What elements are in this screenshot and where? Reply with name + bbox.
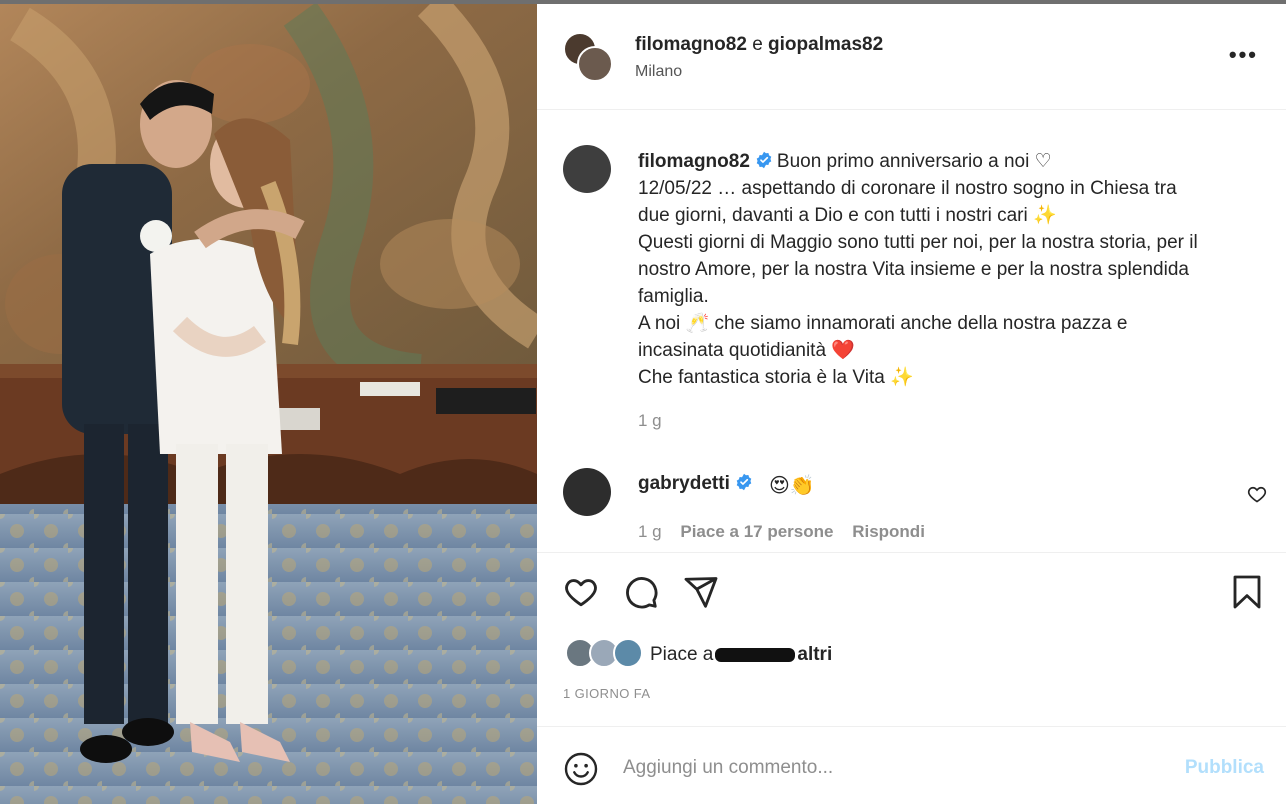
owner-connector: e xyxy=(752,34,763,55)
likes-suffix[interactable]: altri xyxy=(797,644,832,665)
comment-text: 😍👏 xyxy=(769,475,815,497)
liked-by-text[interactable]: Piace a altri xyxy=(650,644,832,666)
owner-avatar-2[interactable] xyxy=(577,46,613,82)
verified-icon xyxy=(735,473,753,491)
comment-likes-count[interactable]: Piace a 17 persone xyxy=(680,522,833,541)
bookmark-icon[interactable] xyxy=(1229,574,1265,610)
post-location[interactable]: Milano xyxy=(635,63,682,81)
post-header: filomagno82 e giopalmas82 Milano ••• xyxy=(537,4,1286,110)
post-date[interactable]: 1 GIORNO FA xyxy=(563,686,650,701)
share-icon[interactable] xyxy=(683,574,719,610)
comment-reply-button[interactable]: Rispondi xyxy=(852,522,925,541)
caption-username[interactable]: filomagno82 xyxy=(638,151,750,172)
redacted-username xyxy=(715,647,796,662)
caption-time[interactable]: 1 g xyxy=(638,411,662,431)
comment-composer: Pubblica xyxy=(537,726,1286,804)
comment-time[interactable]: 1 g xyxy=(638,522,662,541)
comment-icon[interactable] xyxy=(623,574,659,610)
comment-author-avatar[interactable] xyxy=(563,468,611,516)
caption-author-avatar[interactable] xyxy=(563,145,611,193)
likes-prefix: Piace a xyxy=(650,644,714,665)
liker-avatar-3[interactable] xyxy=(613,638,643,668)
more-options-icon[interactable]: ••• xyxy=(1229,42,1258,68)
publish-button[interactable]: Pubblica xyxy=(1185,757,1264,779)
wedding-photo-illustration xyxy=(0,4,537,804)
comment-meta: 1 g Piace a 17 persone Rispondi xyxy=(638,522,939,542)
verified-icon xyxy=(755,150,773,169)
owner-username-2[interactable]: giopalmas82 xyxy=(768,34,883,55)
post-owners: filomagno82 e giopalmas82 xyxy=(635,34,883,56)
comment-username-text[interactable]: gabrydetti xyxy=(638,473,730,494)
comment-username[interactable]: gabrydetti xyxy=(638,473,757,495)
post-photo[interactable] xyxy=(0,4,537,804)
heart-icon[interactable] xyxy=(563,574,599,610)
post-caption: filomagno82 Buon primo anniversario a noi… xyxy=(638,148,1268,391)
actions-divider xyxy=(537,552,1286,553)
caption-body: 12/05/22 … aspettando di coronare il nos… xyxy=(638,178,1198,388)
caption-first-line: Buon primo anniversario a noi ♡ xyxy=(776,151,1052,172)
emoji-icon[interactable] xyxy=(563,751,599,787)
comment-input[interactable] xyxy=(623,753,1163,783)
post-details-panel: filomagno82 e giopalmas82 Milano ••• fil… xyxy=(537,4,1286,804)
comment-like-heart-icon[interactable] xyxy=(1247,484,1267,504)
owner-username-1[interactable]: filomagno82 xyxy=(635,34,747,55)
